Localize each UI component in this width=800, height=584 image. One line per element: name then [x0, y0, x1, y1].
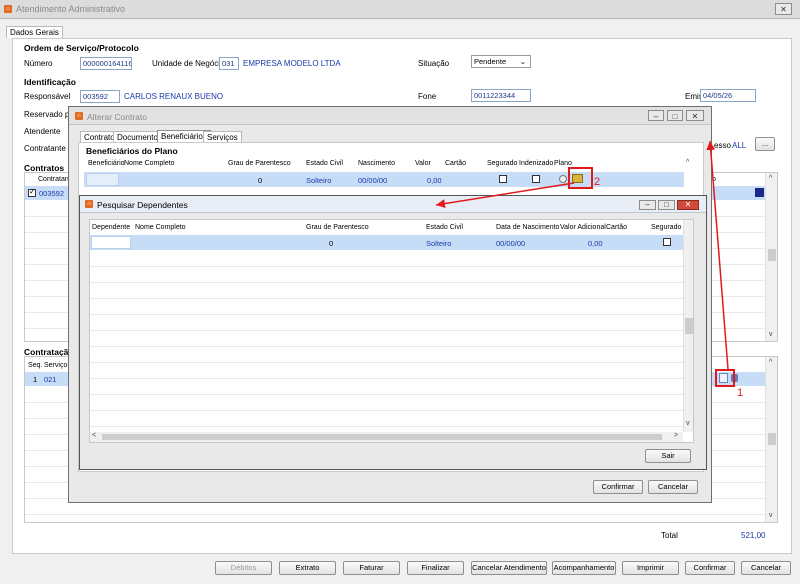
annotation-arrows	[435, 140, 729, 370]
annotation-arrow-1	[706, 140, 729, 370]
annotation-arrow-2	[435, 182, 575, 209]
